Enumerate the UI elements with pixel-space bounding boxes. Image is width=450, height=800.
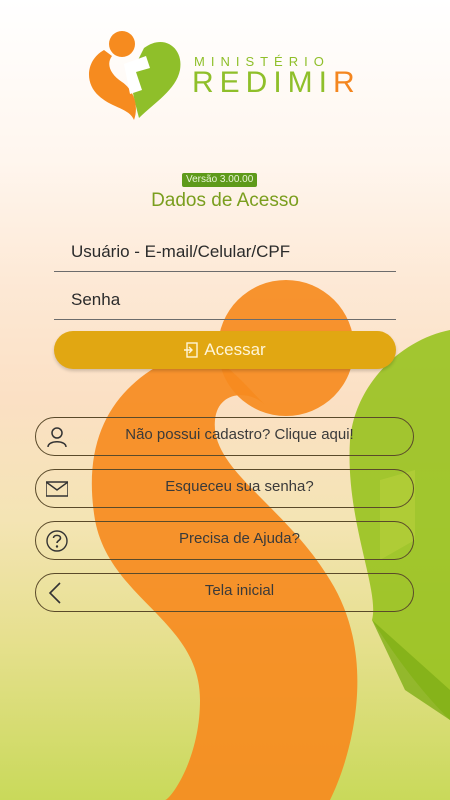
help-button[interactable]: Precisa de Ajuda? xyxy=(35,521,414,560)
password-input[interactable] xyxy=(54,280,396,320)
brand-logo: MINISTÉRIO REDIMIR xyxy=(84,28,374,120)
forgot-password-label: Esqueceu sua senha? xyxy=(165,478,314,495)
background-logo-art xyxy=(91,280,450,800)
section-title: Dados de Acesso xyxy=(151,190,299,211)
register-link-label: Não possui cadastro? Clique aqui! xyxy=(125,426,354,443)
register-link-button[interactable]: Não possui cadastro? Clique aqui! xyxy=(35,417,414,456)
redimir-logo-icon xyxy=(88,31,181,120)
home-screen-button[interactable]: Tela inicial xyxy=(35,573,414,612)
help-label: Precisa de Ajuda? xyxy=(179,530,300,547)
login-icon xyxy=(184,342,198,358)
question-icon xyxy=(46,530,68,552)
home-screen-label: Tela inicial xyxy=(204,582,275,599)
username-input[interactable] xyxy=(54,232,396,272)
brand-title-accent: R xyxy=(333,66,361,99)
brand-title: REDIMIR xyxy=(192,66,361,100)
user-icon xyxy=(47,427,67,448)
brand-title-main: REDIMI xyxy=(192,66,333,99)
chevron-left-icon xyxy=(48,582,61,604)
forgot-password-button[interactable]: Esqueceu sua senha? xyxy=(35,469,414,508)
login-button-label: Acessar xyxy=(204,340,266,359)
login-button[interactable]: Acessar xyxy=(54,331,396,369)
version-badge: Versão 3.00.00 xyxy=(182,173,258,187)
mail-icon xyxy=(46,481,68,497)
